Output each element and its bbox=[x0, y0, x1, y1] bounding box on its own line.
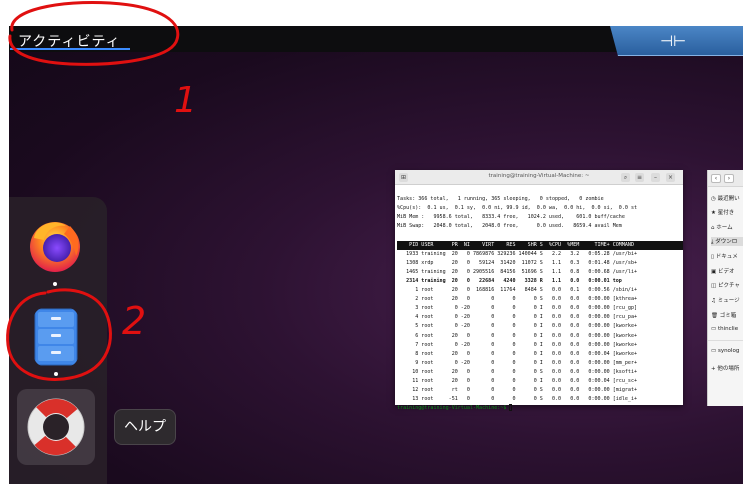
sidebar-item-downloads[interactable]: ⤓ ダウンロ bbox=[711, 237, 743, 246]
sidebar-item-label: 他の場所 bbox=[717, 366, 740, 372]
sidebar-item-home[interactable]: ⌂ ホーム bbox=[711, 223, 733, 231]
top-summary-line: MiB Swap: 2048.0 total, 2048.0 free, 0.0… bbox=[397, 223, 622, 230]
sidebar-item-label: ゴミ箱 bbox=[719, 313, 737, 319]
sidebar-item-starred[interactable]: ★ 星付き bbox=[711, 208, 734, 216]
sidebar-item-pictures[interactable]: ◫ ピクチャ bbox=[711, 281, 740, 289]
process-row: 1308 xrdp 20 0 59124 31420 11072 S 1.1 0… bbox=[397, 259, 638, 266]
running-indicator bbox=[54, 372, 58, 376]
forward-icon[interactable]: › bbox=[724, 174, 734, 183]
help-tooltip: ヘルプ bbox=[114, 409, 176, 445]
sidebar-item-label: ピクチャ bbox=[717, 283, 740, 289]
process-row: 9 root 0 -20 0 0 0 I 0.0 0.0 0:00.00 [mm… bbox=[397, 359, 638, 366]
outer-background bbox=[0, 0, 743, 26]
outer-left-margin bbox=[0, 0, 9, 484]
process-row: 1933 training 20 0 7869876 329236 140044… bbox=[397, 250, 638, 257]
sidebar-item-label: ビデオ bbox=[717, 269, 735, 275]
process-row: 7 root 0 -20 0 0 0 I 0.0 0.0 0:00.00 [kw… bbox=[397, 341, 638, 348]
sidebar-item-other-locations[interactable]: + 他の場所 bbox=[711, 364, 739, 372]
sidebar-item-label: ダウンロ bbox=[715, 239, 738, 245]
text-cursor bbox=[509, 404, 513, 412]
sidebar-item-documents[interactable]: ▯ ドキュメ bbox=[711, 252, 738, 260]
sidebar-item-music[interactable]: ♫ ミュージ bbox=[711, 296, 740, 304]
process-row: 1465 training 20 0 2905516 84156 51696 S… bbox=[397, 268, 638, 275]
running-indicator bbox=[53, 282, 57, 286]
search-icon[interactable]: ⌕ bbox=[621, 173, 630, 182]
prompt-text: training@training-Virtual-Machine:~$ bbox=[397, 405, 510, 412]
sidebar-item-synology[interactable]: ▭ synolog bbox=[711, 348, 739, 354]
process-row: 12 root rt 0 0 0 0 S 0.0 0.0 0:00.00 [mi… bbox=[397, 387, 638, 394]
close-icon[interactable]: × bbox=[666, 173, 675, 182]
shell-prompt[interactable]: training@training-Virtual-Machine:~$ bbox=[397, 404, 683, 413]
top-summary-line: MiB Mem : 9958.6 total, 8333.4 free, 102… bbox=[397, 214, 625, 221]
sidebar-divider bbox=[708, 340, 743, 341]
process-table-header: PID USER PR NI VIRT RES SHR S %CPU %MEM … bbox=[397, 240, 683, 250]
process-row: 6 root 20 0 0 0 0 I 0.0 0.0 0:00.00 [kwo… bbox=[397, 332, 638, 339]
process-row: 11 root 20 0 0 0 0 I 0.0 0.0 0:00.04 [rc… bbox=[397, 377, 638, 384]
terminal-output[interactable]: Tasks: 366 total, 1 running, 365 sleepin… bbox=[395, 185, 683, 432]
sidebar-item-label: 星付き bbox=[717, 210, 735, 216]
sidebar-item-thinclient[interactable]: ▭ thinclie bbox=[711, 326, 738, 332]
files-cabinet-icon[interactable] bbox=[34, 308, 78, 366]
activities-underline bbox=[10, 48, 130, 50]
firefox-icon[interactable] bbox=[26, 216, 84, 274]
sidebar-item-label: 最近開い bbox=[717, 196, 740, 202]
sidebar-item-trash[interactable]: 🗑 ゴミ箱 bbox=[711, 311, 736, 319]
minimize-icon[interactable]: – bbox=[651, 173, 660, 182]
menu-icon[interactable]: ≡ bbox=[635, 173, 644, 182]
terminal-window[interactable]: ⊞ training@training-Virtual-Machine: ~ ⌕… bbox=[395, 170, 683, 412]
process-row: 5 root 0 -20 0 0 0 I 0.0 0.0 0:00.00 [kw… bbox=[397, 323, 638, 330]
sidebar-item-label: ホーム bbox=[716, 225, 733, 231]
sidebar-item-videos[interactable]: ▣ ビデオ bbox=[711, 267, 734, 275]
files-window[interactable]: ‹ › ◷ 最近開い ★ 星付き ⌂ ホーム ⤓ ダウンロ ▯ ドキュメ ▣ ビ… bbox=[707, 170, 743, 406]
sidebar-item-label: ドキュメ bbox=[715, 254, 738, 260]
lifebuoy-icon bbox=[27, 398, 85, 456]
sidebar-item-recent[interactable]: ◷ 最近開い bbox=[711, 194, 740, 202]
top-summary-line: %Cpu(s): 0.1 us, 0.1 sy, 0.0 ni, 99.9 id… bbox=[397, 205, 638, 212]
process-row: 2314 training 20 0 22684 4240 3328 R 1.1… bbox=[397, 277, 622, 284]
pin-icon[interactable]: ⊣⊢ bbox=[660, 31, 686, 51]
process-row: 8 root 20 0 0 0 0 I 0.0 0.0 0:00.04 [kwo… bbox=[397, 350, 638, 357]
process-row: 2 root 20 0 0 0 0 S 0.0 0.0 0:00.00 [kth… bbox=[397, 296, 638, 303]
top-summary-line: Tasks: 366 total, 1 running, 365 sleepin… bbox=[397, 196, 604, 203]
process-row: 10 root 20 0 0 0 0 S 0.0 0.0 0:00.00 [ks… bbox=[397, 368, 638, 375]
process-row: 13 root -51 0 0 0 0 S 0.0 0.0 0:00.00 [i… bbox=[397, 396, 638, 403]
sidebar-item-label: thinclie bbox=[717, 326, 739, 332]
process-row: 4 root 0 -20 0 0 0 I 0.0 0.0 0:00.00 [rc… bbox=[397, 314, 638, 321]
terminal-titlebar[interactable]: ⊞ training@training-Virtual-Machine: ~ ⌕… bbox=[395, 170, 683, 185]
files-titlebar[interactable]: ‹ › bbox=[708, 170, 743, 187]
back-icon[interactable]: ‹ bbox=[711, 174, 721, 183]
sidebar-item-label: synolog bbox=[717, 348, 740, 354]
process-row: 1 root 20 0 168816 11764 8484 S 0.0 0.1 … bbox=[397, 287, 638, 294]
sidebar-item-label: ミュージ bbox=[717, 298, 740, 304]
process-row: 3 root 0 -20 0 0 0 I 0.0 0.0 0:00.00 [rc… bbox=[397, 305, 638, 312]
